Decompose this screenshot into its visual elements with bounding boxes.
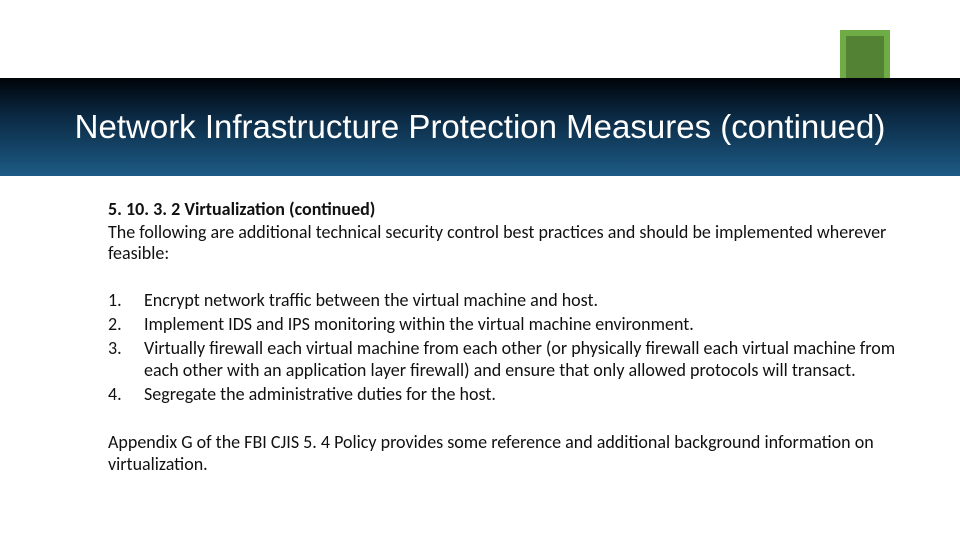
list-marker: 3. [108,338,144,382]
numbered-list: 1. Encrypt network traffic between the v… [108,290,902,406]
title-band: Network Infrastructure Protection Measur… [0,78,960,176]
slide-title: Network Infrastructure Protection Measur… [15,107,946,147]
list-marker: 4. [108,384,144,406]
slide-body: 5. 10. 3. 2 Virtualization (continued) T… [108,198,902,475]
list-text: Segregate the administrative duties for … [144,384,902,406]
slide: Network Infrastructure Protection Measur… [0,0,960,540]
list-text: Encrypt network traffic between the virt… [144,290,902,312]
list-text: Implement IDS and IPS monitoring within … [144,314,902,336]
list-item: 1. Encrypt network traffic between the v… [108,290,902,312]
closing-paragraph: Appendix G of the FBI CJIS 5. 4 Policy p… [108,432,902,475]
list-text: Virtually firewall each virtual machine … [144,338,902,382]
list-item: 4. Segregate the administrative duties f… [108,384,902,406]
list-item: 2. Implement IDS and IPS monitoring with… [108,314,902,336]
intro-paragraph: The following are additional technical s… [108,222,902,264]
section-heading: 5. 10. 3. 2 Virtualization (continued) [108,198,902,220]
list-marker: 2. [108,314,144,336]
list-item: 3. Virtually firewall each virtual machi… [108,338,902,382]
list-marker: 1. [108,290,144,312]
